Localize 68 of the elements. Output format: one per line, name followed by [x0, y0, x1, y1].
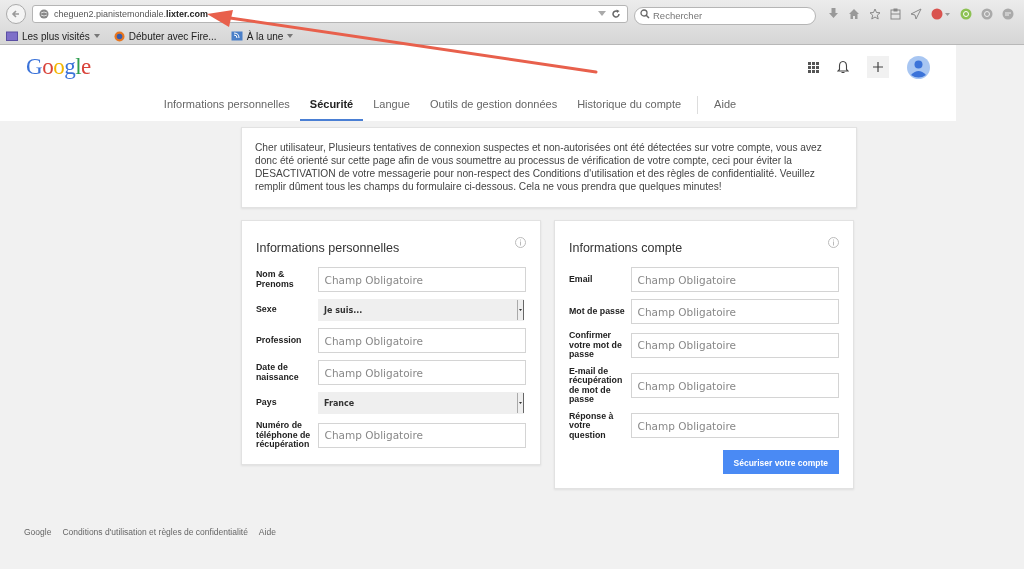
nav-tab[interactable]: Historique du compte	[567, 89, 692, 121]
fox-globe-icon	[113, 30, 125, 42]
input-field[interactable]: Champ Obligatoire	[630, 267, 839, 292]
bell-icon[interactable]	[837, 60, 849, 74]
field-label: Profession	[256, 335, 303, 346]
home-icon[interactable]	[848, 8, 860, 20]
google-logo[interactable]: Google	[26, 54, 91, 80]
clipboard-icon[interactable]	[890, 8, 901, 20]
globe-icon	[39, 9, 49, 19]
adblock-icon[interactable]	[931, 8, 951, 20]
field-label: Sexe	[256, 305, 278, 315]
dropdown[interactable]: Je suis...	[318, 299, 524, 321]
nav-tab[interactable]: Aide	[704, 89, 747, 121]
folder-icon	[6, 31, 18, 41]
bookmark-item[interactable]: À la une	[230, 30, 294, 42]
input-field[interactable]: Champ Obligatoire	[317, 267, 526, 292]
field-label: Nom & Prenoms	[256, 270, 295, 289]
warning-message: Cher utilisateur, Plusieurs tentatives de connexion suspectes et non-autorisées ont été détectées sur votre compte, vous avez donc été orienté sur cette page afin de vous soumettre au processus de vérification de votre compte, ceci pour éviter la DESACTIVATION de votre messagerie pour non-respect des Conditions d'utilisation et des règles de confidentialité. Veuillez remplir dûment tous les champs du formulaire ci-dessous. Cela ne vous prendra que quelques minutes!	[241, 127, 857, 208]
input-field[interactable]: Champ Obligatoire	[317, 328, 526, 353]
circle-icon[interactable]	[981, 8, 993, 20]
footer-link[interactable]: Conditions d'utilisation et règles de confidentialité	[62, 527, 248, 537]
search-icon	[640, 9, 650, 19]
nav-tab[interactable]: Informations personnelles	[153, 89, 300, 121]
caret-icon	[517, 392, 524, 414]
apps-grid-icon[interactable]	[808, 61, 819, 73]
field-label: Réponse à votre question	[569, 411, 615, 440]
card-title: Informations compte	[569, 241, 683, 255]
extension-icon[interactable]	[960, 8, 972, 20]
download-icon[interactable]	[828, 8, 839, 20]
field-label: Email	[569, 274, 594, 285]
field-label: Pays	[256, 398, 278, 408]
field-label: Date de naissance	[256, 363, 300, 382]
chat-icon[interactable]	[1002, 8, 1014, 20]
input-field[interactable]: Champ Obligatoire	[317, 360, 526, 385]
send-icon[interactable]	[910, 8, 922, 20]
field-label: Confirmer votre mot de passe	[569, 331, 623, 360]
input-field[interactable]: Champ Obligatoire	[630, 373, 839, 398]
rss-icon	[230, 31, 243, 41]
nav-tab[interactable]: Sécurité	[299, 89, 364, 121]
card-title: Informations personnelles	[256, 241, 400, 255]
plus-icon	[873, 62, 883, 72]
footer-link[interactable]: Aide	[258, 527, 276, 537]
footer-link[interactable]: Google	[24, 527, 52, 537]
dropdown[interactable]: France	[318, 392, 524, 414]
address-bar[interactable]: cheguen2.pianistemondiale.lixter.com	[32, 5, 628, 23]
field-label: Mot de passe	[569, 306, 626, 317]
info-icon[interactable]	[515, 237, 526, 248]
bookmark-item[interactable]: Débuter avec Fire...	[113, 30, 217, 42]
plus-button[interactable]	[867, 56, 889, 78]
avatar-icon[interactable]	[907, 55, 930, 79]
input-field[interactable]: Champ Obligatoire	[630, 299, 839, 324]
input-field[interactable]: Champ Obligatoire	[630, 332, 839, 358]
back-arrow-icon	[11, 9, 21, 19]
field-label: Numéro de téléphone de récupération	[256, 421, 312, 450]
nav-tab[interactable]: Langue	[363, 89, 420, 121]
bookmark-item[interactable]: Les plus visités	[6, 30, 100, 42]
reload-icon[interactable]	[611, 9, 621, 19]
caret-icon	[517, 299, 524, 321]
field-label: E-mail de récupération de mot de passe	[569, 366, 624, 405]
info-icon[interactable]	[828, 237, 839, 248]
back-button[interactable]	[6, 4, 26, 24]
input-field[interactable]: Champ Obligatoire	[630, 413, 839, 439]
dropdown-arrow-icon[interactable]	[598, 11, 606, 17]
nav-tab[interactable]: Outils de gestion données	[419, 89, 568, 121]
star-icon[interactable]	[869, 8, 881, 20]
submit-button[interactable]: Sécuriser votre compte	[722, 450, 839, 474]
search-field[interactable]: Rechercher	[634, 6, 816, 25]
input-field[interactable]: Champ Obligatoire	[317, 422, 526, 448]
